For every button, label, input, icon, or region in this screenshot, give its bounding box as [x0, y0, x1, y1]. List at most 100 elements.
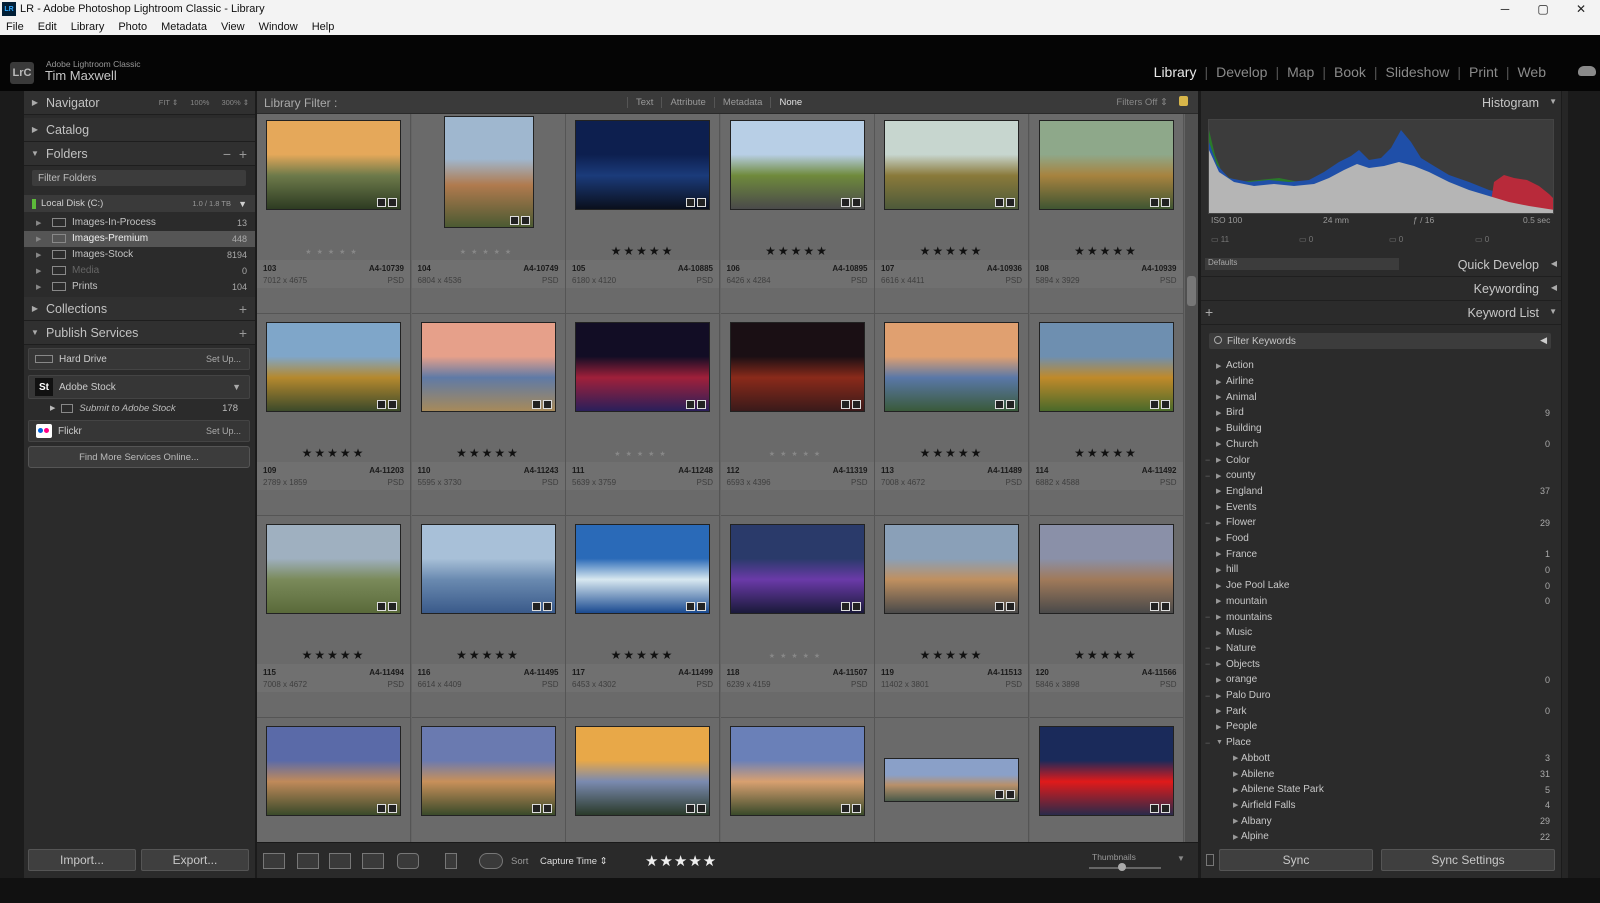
keyword-item[interactable]: ▶ People	[1201, 719, 1556, 735]
edited-badge-icon[interactable]	[377, 400, 386, 409]
menu-edit[interactable]: Edit	[38, 21, 57, 33]
photo-thumbnail[interactable]	[575, 120, 710, 210]
photo-thumbnail[interactable]	[729, 726, 865, 816]
histogram-graph[interactable]	[1208, 119, 1554, 214]
photo-thumbnail[interactable]	[729, 120, 865, 210]
photo-thumbnail[interactable]	[420, 524, 556, 614]
maximize-button[interactable]: ▢	[1524, 0, 1562, 18]
keyword-item[interactable]: ▶ Animal	[1201, 389, 1556, 405]
keyword-item[interactable]: ▶ Abilene State Park 5	[1201, 782, 1556, 798]
loupe-view-icon[interactable]	[297, 853, 319, 869]
photo-thumbnail[interactable]	[884, 322, 1019, 412]
keywording-header[interactable]: Keywording ◀	[1201, 277, 1561, 301]
keyword-item[interactable]: ▶ orange 0	[1201, 672, 1556, 688]
keyword-item[interactable]: ▶ Abilene 31	[1201, 766, 1556, 782]
grid-scrollbar[interactable]	[1185, 114, 1198, 842]
metadata-badge-icon[interactable]	[851, 400, 861, 409]
edited-badge-icon[interactable]	[531, 400, 541, 409]
photo-cell[interactable]	[875, 718, 1029, 842]
sort-direction-icon[interactable]	[479, 853, 503, 869]
metadata-badge-icon[interactable]	[851, 804, 861, 813]
cloud-icon[interactable]	[1578, 66, 1596, 76]
keyword-item[interactable]: − ▶ Palo Duro	[1201, 688, 1556, 704]
expand-icon[interactable]: ▶	[1216, 378, 1221, 386]
edited-badge-icon[interactable]	[840, 602, 850, 611]
photo-cell[interactable]: ★★★★★ 116 A4-11495 6614 x 4409 PSD	[411, 516, 566, 718]
photo-thumbnail[interactable]	[575, 524, 710, 614]
expand-icon[interactable]: ▶	[1216, 409, 1221, 417]
keyword-item[interactable]: − ▶ county	[1201, 468, 1556, 484]
compare-view-icon[interactable]	[329, 853, 351, 869]
expand-icon[interactable]: ▶	[1216, 550, 1221, 558]
quick-develop-header[interactable]: Defaults Quick Develop ◀	[1201, 253, 1561, 277]
star-rating[interactable]: ★★★★★	[412, 446, 565, 460]
expand-icon[interactable]: ▶	[1216, 456, 1221, 464]
expand-icon[interactable]: ▶	[1216, 582, 1221, 590]
metadata-badge-icon[interactable]	[1006, 198, 1015, 207]
metadata-badge-icon[interactable]	[388, 804, 397, 813]
find-more-services-button[interactable]: Find More Services Online...	[28, 446, 250, 468]
metadata-badge-icon[interactable]	[697, 400, 706, 409]
edited-badge-icon[interactable]	[1149, 198, 1159, 207]
expand-icon[interactable]: ▶	[1216, 692, 1221, 700]
keyword-item[interactable]: ▶ Albany 29	[1201, 813, 1556, 829]
metadata-badge-icon[interactable]	[697, 804, 706, 813]
sync-button[interactable]: Sync	[1219, 849, 1373, 871]
photo-cell[interactable]: ★★★★★ 109 A4-11203 2789 x 1859 PSD	[257, 314, 411, 516]
collapse-icon[interactable]: ▼	[238, 199, 247, 209]
metadata-badge-icon[interactable]	[542, 602, 552, 611]
publish-services-header[interactable]: ▼ Publish Services +	[24, 321, 255, 345]
photo-cell[interactable]: ★★★★★ 103 A4-10739 7012 x 4675 PSD	[257, 114, 411, 314]
module-web[interactable]: Web	[1509, 64, 1554, 80]
star-rating[interactable]: ★★★★★	[566, 648, 719, 662]
edited-badge-icon[interactable]	[1149, 602, 1159, 611]
metadata-badge-icon[interactable]	[388, 198, 397, 207]
photo-cell[interactable]: ★★★★★ 106 A4-10895 6426 x 4284 PSD	[720, 114, 875, 314]
star-rating[interactable]: ★★★★★	[566, 450, 719, 458]
expand-icon[interactable]: ▶	[50, 404, 55, 412]
edited-badge-icon[interactable]	[531, 602, 541, 611]
zoom-100[interactable]: 100%	[190, 98, 209, 107]
metadata-badge-icon[interactable]	[1160, 602, 1170, 611]
import-button[interactable]: Import...	[28, 849, 136, 871]
photo-thumbnail[interactable]	[575, 322, 710, 412]
photo-thumbnail[interactable]	[884, 758, 1019, 802]
expand-icon[interactable]: ▶	[1216, 723, 1221, 731]
star-rating[interactable]: ★★★★★	[721, 244, 874, 258]
lock-icon[interactable]	[1179, 96, 1188, 106]
edited-badge-icon[interactable]	[509, 216, 519, 225]
keyword-item[interactable]: ▶ Airline	[1201, 374, 1556, 390]
metadata-badge-icon[interactable]	[851, 602, 861, 611]
star-rating[interactable]: ★★★★★	[1030, 446, 1183, 460]
edited-badge-icon[interactable]	[995, 790, 1004, 799]
photo-thumbnail[interactable]	[1038, 726, 1174, 816]
toolbar-menu-icon[interactable]: ▼	[1177, 854, 1185, 863]
filter-tab-attribute[interactable]: Attribute	[661, 97, 713, 108]
filter-folders-input[interactable]: Filter Folders	[32, 170, 246, 186]
export-button[interactable]: Export...	[141, 849, 249, 871]
photo-cell[interactable]: ★★★★★ 119 A4-11513 11402 x 3801 PSD	[875, 516, 1029, 718]
metadata-badge-icon[interactable]	[388, 602, 397, 611]
photo-cell[interactable]: ★★★★★ 115 A4-11494 7008 x 4672 PSD	[257, 516, 411, 718]
metadata-badge-icon[interactable]	[1006, 790, 1015, 799]
keyword-item[interactable]: ▶ Events	[1201, 499, 1556, 515]
toggle-other-2[interactable]: ▭ 0	[1475, 235, 1489, 244]
minimize-button[interactable]: ─	[1486, 0, 1524, 18]
filter-keywords-input[interactable]: Filter Keywords ◀	[1209, 333, 1551, 349]
edited-badge-icon[interactable]	[840, 400, 850, 409]
module-develop[interactable]: Develop	[1208, 64, 1275, 80]
expand-icon[interactable]: ▶	[1216, 660, 1221, 668]
folder-images-stock[interactable]: ▶ Images-Stock 8194	[24, 247, 255, 263]
photo-cell[interactable]: ★★★★★ 120 A4-11566 5846 x 3898 PSD	[1029, 516, 1184, 718]
expand-icon[interactable]: ▶	[36, 235, 46, 243]
photo-thumbnail[interactable]	[729, 524, 865, 614]
keyword-item[interactable]: ▶ hill 0	[1201, 562, 1556, 578]
add-folder-icon[interactable]: +	[239, 146, 247, 162]
star-rating[interactable]: ★★★★★	[257, 446, 410, 460]
menu-library[interactable]: Library	[71, 21, 105, 33]
keyword-item[interactable]: ▶ Building	[1201, 421, 1556, 437]
adobe-stock-service[interactable]: St Adobe Stock ▼	[28, 375, 250, 399]
metadata-badge-icon[interactable]	[1006, 400, 1015, 409]
keyword-item[interactable]: ▶ England 37	[1201, 484, 1556, 500]
metadata-badge-icon[interactable]	[1160, 198, 1170, 207]
